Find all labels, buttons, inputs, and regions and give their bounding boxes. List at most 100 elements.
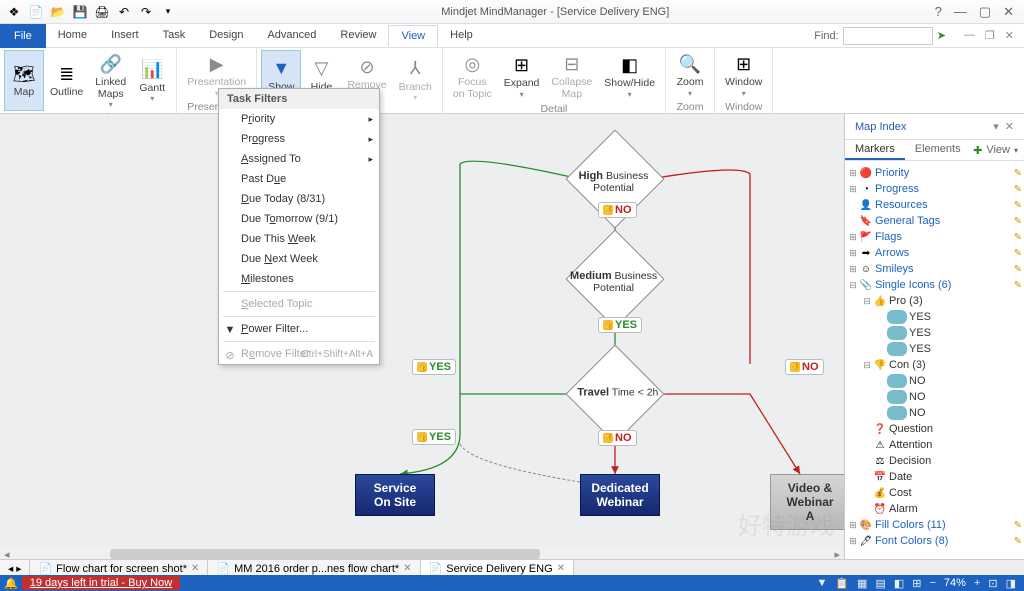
edge-badge-no[interactable]: 👎NO bbox=[598, 202, 637, 218]
find-input[interactable] bbox=[843, 27, 933, 45]
tree-node[interactable]: ⏰Alarm bbox=[847, 501, 1022, 517]
edit-icon[interactable]: ✎ bbox=[1014, 232, 1022, 243]
edit-icon[interactable]: ✎ bbox=[1014, 536, 1022, 547]
doc-restore-icon[interactable]: ❐ bbox=[985, 29, 995, 42]
edge-badge-yes[interactable]: 👍YES bbox=[598, 317, 642, 333]
tree-node[interactable]: ⚠Attention bbox=[847, 437, 1022, 453]
expand-icon[interactable]: ⊞ bbox=[847, 536, 859, 547]
tree-node[interactable]: ⊞🔴Priority✎ bbox=[847, 165, 1022, 181]
find-go-icon[interactable]: ➤ bbox=[937, 29, 946, 42]
ribbon-show/hide[interactable]: ◧Show/Hide▾ bbox=[598, 50, 661, 102]
menu-tab-task[interactable]: Task bbox=[151, 25, 198, 47]
maximize-icon[interactable]: ▢ bbox=[979, 4, 991, 20]
menu-tab-home[interactable]: Home bbox=[46, 25, 99, 47]
tab-markers[interactable]: Markers bbox=[845, 140, 905, 160]
status-task-icon[interactable]: 📋 bbox=[835, 577, 849, 590]
close-tab-icon[interactable]: ✕ bbox=[191, 563, 199, 574]
doc-close-icon[interactable]: ✕ bbox=[1005, 29, 1014, 42]
edit-icon[interactable]: ✎ bbox=[1014, 264, 1022, 275]
qat-more-icon[interactable]: ▾ bbox=[160, 4, 176, 20]
menu-tab-review[interactable]: Review bbox=[328, 25, 388, 47]
view-arrow-icon[interactable]: ▾ bbox=[1014, 146, 1018, 155]
edge-badge-yes[interactable]: 👍YES bbox=[412, 359, 456, 375]
status-view3-icon[interactable]: ◧ bbox=[894, 577, 904, 590]
menu-item-assigned-to[interactable]: Assigned To▸ bbox=[219, 149, 379, 169]
expand-icon[interactable]: ⊟ bbox=[861, 360, 873, 371]
ribbon-expand[interactable]: ⊞Expand▾ bbox=[498, 50, 546, 102]
menu-tab-view[interactable]: View bbox=[388, 25, 438, 47]
trial-notice[interactable]: 19 days left in trial - Buy Now bbox=[22, 576, 180, 590]
menu-item-priority[interactable]: Priority▸ bbox=[219, 109, 379, 129]
zoom-out-icon[interactable]: − bbox=[929, 577, 935, 589]
tree-node[interactable]: 💰Cost bbox=[847, 485, 1022, 501]
scroll-thumb[interactable] bbox=[110, 549, 540, 559]
expand-icon[interactable]: ⊞ bbox=[847, 264, 859, 275]
edit-icon[interactable]: ✎ bbox=[1014, 216, 1022, 227]
expand-icon[interactable]: ⊞ bbox=[847, 520, 859, 531]
menu-item-due-tomorrow-[interactable]: Due Tomorrow (9/1) bbox=[219, 209, 379, 229]
tree-node[interactable]: NO bbox=[847, 373, 1022, 389]
edit-icon[interactable]: ✎ bbox=[1014, 168, 1022, 179]
tree-node[interactable]: ⊞🚩Flags✎ bbox=[847, 229, 1022, 245]
panel-menu-icon[interactable]: ▾ bbox=[993, 120, 999, 133]
edit-icon[interactable]: ✎ bbox=[1014, 280, 1022, 291]
file-tab[interactable]: File bbox=[0, 24, 46, 48]
new-icon[interactable]: 📄 bbox=[28, 4, 44, 20]
menu-item-due-today-[interactable]: Due Today (8/31) bbox=[219, 189, 379, 209]
open-icon[interactable]: 📂 bbox=[50, 4, 66, 20]
expand-icon[interactable]: ⊞ bbox=[847, 168, 859, 179]
terminal-node[interactable]: DedicatedWebinar bbox=[580, 474, 660, 516]
tree-node[interactable]: YES bbox=[847, 341, 1022, 357]
tree-node[interactable]: ⚖Decision bbox=[847, 453, 1022, 469]
terminal-node[interactable]: Video &Webinar A bbox=[770, 474, 844, 530]
fit-icon[interactable]: ⊡ bbox=[988, 577, 997, 590]
tree-node[interactable]: 👤Resources✎ bbox=[847, 197, 1022, 213]
tree-node[interactable]: ⊞◔Progress✎ bbox=[847, 181, 1022, 197]
expand-icon[interactable]: ⊞ bbox=[847, 232, 859, 243]
redo-icon[interactable]: ↷ bbox=[138, 4, 154, 20]
doc-minimize-icon[interactable]: — bbox=[964, 29, 975, 42]
menu-item-power-filter-[interactable]: ▼Power Filter... bbox=[219, 319, 379, 339]
edge-badge-no[interactable]: 👎NO bbox=[785, 359, 824, 375]
tree-node[interactable]: 🔖General Tags✎ bbox=[847, 213, 1022, 229]
tree-node[interactable]: ⊟👎Con (3) bbox=[847, 357, 1022, 373]
zoom-in-icon[interactable]: + bbox=[974, 577, 980, 589]
tree-node[interactable]: NO bbox=[847, 389, 1022, 405]
tree-node[interactable]: ⊟👍Pro (3) bbox=[847, 293, 1022, 309]
tab-elements[interactable]: Elements bbox=[905, 140, 971, 160]
ribbon-gantt[interactable]: 📊Gantt▾ bbox=[132, 50, 172, 111]
edit-icon[interactable]: ✎ bbox=[1014, 200, 1022, 211]
tree-node[interactable]: 📅Date bbox=[847, 469, 1022, 485]
tree-node[interactable]: ⊞🎨Fill Colors (11)✎ bbox=[847, 517, 1022, 533]
edge-badge-yes[interactable]: 👍YES bbox=[412, 429, 456, 445]
ribbon-linked-maps[interactable]: 🔗LinkedMaps▾ bbox=[89, 50, 132, 111]
status-filter-icon[interactable]: ▼ bbox=[816, 577, 827, 589]
expand-icon[interactable]: ⊞ bbox=[847, 184, 859, 195]
tree-node[interactable]: ⊞🖊Font Colors (8)✎ bbox=[847, 533, 1022, 549]
menu-item-progress[interactable]: Progress▸ bbox=[219, 129, 379, 149]
menu-tab-design[interactable]: Design bbox=[197, 25, 255, 47]
menu-item-milestones[interactable]: Milestones bbox=[219, 269, 379, 289]
menu-tab-advanced[interactable]: Advanced bbox=[255, 25, 328, 47]
panel-close-icon[interactable]: ✕ bbox=[1005, 120, 1014, 133]
edge-badge-no[interactable]: 👎NO bbox=[598, 430, 637, 446]
ribbon-zoom[interactable]: 🔍Zoom▾ bbox=[670, 50, 710, 100]
ribbon-map[interactable]: 🗺Map bbox=[4, 50, 44, 111]
menu-item-past-due[interactable]: Past Due bbox=[219, 169, 379, 189]
tree-node[interactable]: ⊞☺Smileys✎ bbox=[847, 261, 1022, 277]
menu-tab-insert[interactable]: Insert bbox=[99, 25, 151, 47]
tree-node[interactable]: NO bbox=[847, 405, 1022, 421]
close-tab-icon[interactable]: ✕ bbox=[557, 563, 565, 574]
expand-icon[interactable]: ⊟ bbox=[847, 280, 859, 291]
print-icon[interactable]: 🖨 bbox=[94, 4, 110, 20]
taskpane-icon[interactable]: ◨ bbox=[1006, 577, 1016, 590]
app-icon[interactable]: ❖ bbox=[6, 4, 22, 20]
status-view2-icon[interactable]: ▤ bbox=[875, 577, 885, 590]
edit-icon[interactable]: ✎ bbox=[1014, 520, 1022, 531]
ribbon-window[interactable]: ⊞Window▾ bbox=[719, 50, 768, 100]
ribbon-outline[interactable]: ≣Outline bbox=[44, 50, 89, 111]
tree-node[interactable]: YES bbox=[847, 325, 1022, 341]
expand-icon[interactable]: ⊟ bbox=[861, 296, 873, 307]
flowchart-canvas[interactable]: High Business PotentialMedium Business P… bbox=[0, 114, 844, 547]
tree-node[interactable]: YES bbox=[847, 309, 1022, 325]
